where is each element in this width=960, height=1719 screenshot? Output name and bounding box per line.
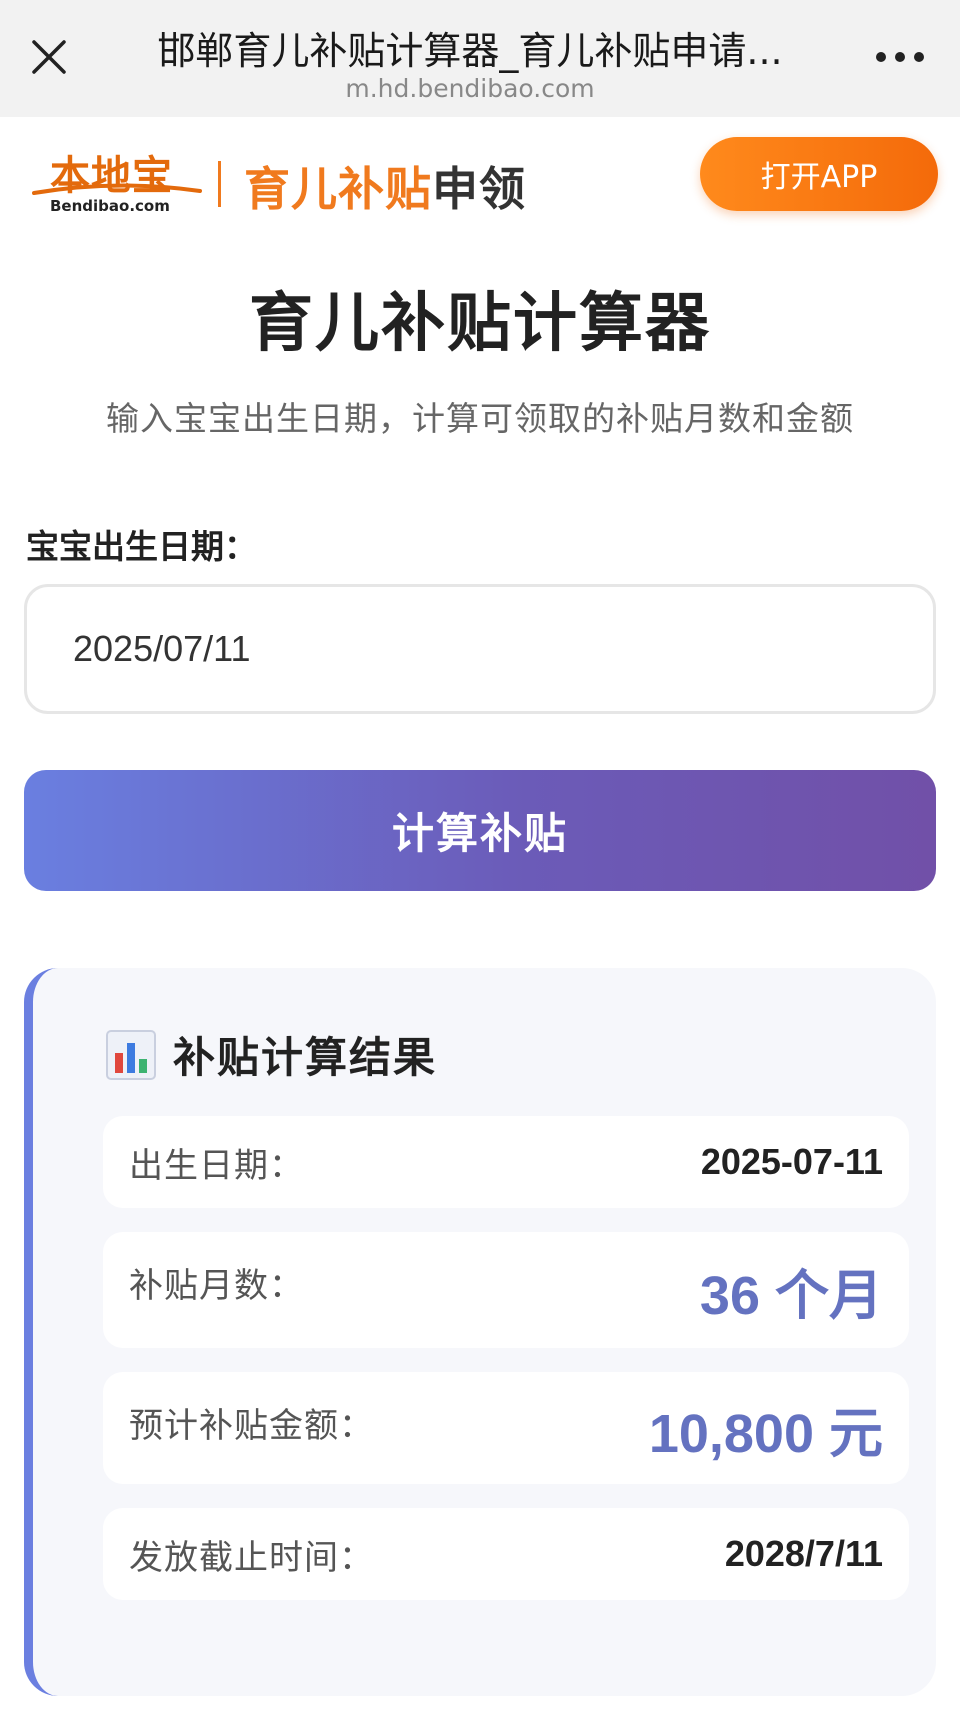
result-row-amount: 预计补贴金额： 10,800 元 [103,1372,909,1484]
calculate-button[interactable]: 计算补贴 [24,770,936,891]
row-label: 出生日期： [129,1145,304,1186]
subtitle: 输入宝宝出生日期，计算可领取的补贴月数和金额 [106,399,854,438]
row-label: 补贴月数： [129,1266,304,1306]
result-title: 补贴计算结果 [173,1033,438,1082]
site-header: 本地宝 Bendibao.com 育儿补贴申领 打开APP [0,117,960,235]
open-app-button[interactable]: 打开APP [700,137,938,211]
header-divider [218,161,221,207]
browser-top-bar: 邯郸育儿补贴计算器_育儿补贴申请... m.hd.bendibao.com [0,0,960,117]
result-header: 补贴计算结果 [105,1024,437,1085]
bendibao-logo[interactable]: 本地宝 Bendibao.com [32,145,202,221]
slogan-accent: 育儿补贴 [244,162,432,216]
slogan-rest: 申领 [432,162,526,216]
page-domain: m.hd.bendibao.com [345,74,595,103]
row-label: 发放截止时间： [129,1537,374,1578]
page-title: 邯郸育儿补贴计算器_育儿补贴申请... [157,29,783,73]
result-row-deadline: 发放截止时间： 2028/7/11 [103,1508,909,1600]
birth-date-label: 宝宝出生日期： [26,527,257,566]
row-label: 预计补贴金额： [129,1406,374,1446]
result-row-birth-date: 出生日期： 2025-07-11 [103,1116,909,1208]
row-value-highlight: 10,800 元 [648,1403,883,1464]
more-icon [876,52,924,62]
close-icon [32,40,66,74]
result-row-months: 补贴月数： 36 个月 [103,1232,909,1348]
row-value-highlight: 36 个月 [699,1265,883,1326]
row-value: 2025-07-11 [700,1141,883,1182]
bar-chart-icon [106,1029,156,1080]
more-button[interactable] [870,30,930,84]
header-slogan: 育儿补贴申领 [244,153,526,219]
close-button[interactable] [22,30,76,84]
row-value: 2028/7/11 [724,1533,883,1574]
main-title: 育儿补贴计算器 [249,287,711,361]
result-card: 补贴计算结果 出生日期： 2025-07-11 补贴月数： 36 个月 预计补贴… [24,968,936,1696]
logo-subtext: Bendibao.com [50,197,170,215]
birth-date-input[interactable] [24,584,936,714]
